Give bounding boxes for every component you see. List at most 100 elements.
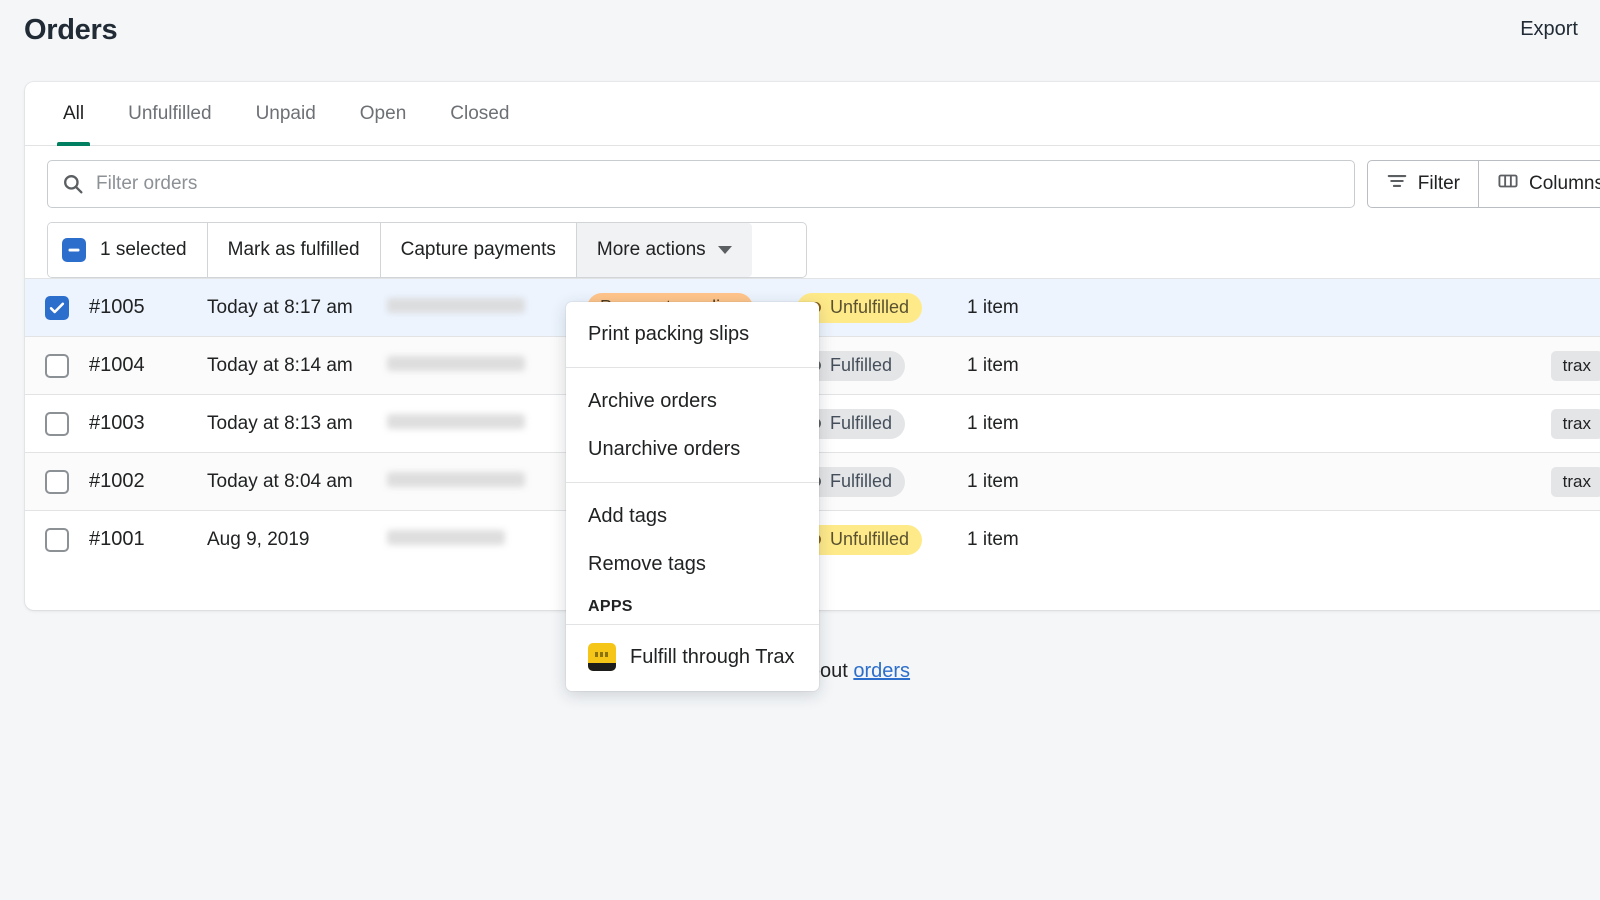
- menu-section-apps: APPS: [566, 588, 819, 624]
- row-checkbox[interactable]: [45, 470, 69, 494]
- toolbar-buttons: Filter Columns: [1367, 160, 1600, 208]
- order-number: #1003: [89, 412, 207, 435]
- more-actions-button[interactable]: More actions: [576, 223, 752, 277]
- tag-cell: trax: [1227, 409, 1600, 439]
- row-checkbox-cell[interactable]: [25, 528, 89, 552]
- select-all-checkbox[interactable]: [62, 238, 86, 262]
- order-tag: trax: [1551, 467, 1600, 497]
- fulfillment-status-cell: Unfulfilled: [797, 525, 967, 555]
- customer-name: [387, 472, 587, 492]
- menu-divider: [566, 367, 819, 368]
- fulfillment-status-label: Fulfilled: [830, 471, 892, 492]
- capture-payments-button[interactable]: Capture payments: [380, 223, 576, 277]
- fulfillment-status-label: Unfulfilled: [830, 529, 909, 550]
- item-count: 1 item: [967, 529, 1227, 551]
- order-number: #1001: [89, 528, 207, 551]
- tab-unpaid-label: Unpaid: [256, 103, 316, 125]
- menu-item-label: Fulfill through Trax: [630, 646, 795, 669]
- order-date: Aug 9, 2019: [207, 529, 387, 551]
- fulfillment-status-label: Fulfilled: [830, 413, 892, 434]
- customer-name: [387, 298, 587, 318]
- bulk-action-bar: 1 selected Mark as fulfilled Capture pay…: [47, 222, 807, 278]
- order-date: Today at 8:04 am: [207, 471, 387, 493]
- filter-icon: [1386, 170, 1408, 198]
- columns-button[interactable]: Columns: [1479, 160, 1600, 208]
- order-tag: trax: [1551, 351, 1600, 381]
- filter-button[interactable]: Filter: [1367, 160, 1479, 208]
- customer-name: [387, 414, 587, 434]
- menu-divider: [566, 482, 819, 483]
- menu-divider: [566, 624, 819, 625]
- item-count: 1 item: [967, 413, 1227, 435]
- tag-cell: trax: [1227, 351, 1600, 381]
- more-actions-menu: Print packing slips Archive orders Unarc…: [566, 302, 819, 691]
- redacted-customer: [387, 356, 525, 371]
- menu-item-print-packing-slips[interactable]: Print packing slips: [566, 310, 819, 358]
- order-tag: trax: [1551, 409, 1600, 439]
- order-number: #1004: [89, 354, 207, 377]
- menu-item-label: Archive orders: [588, 390, 717, 413]
- tag-cell: trax: [1227, 467, 1600, 497]
- orders-help-link[interactable]: orders: [853, 660, 910, 682]
- mark-as-fulfilled-button[interactable]: Mark as fulfilled: [207, 223, 380, 277]
- row-checkbox[interactable]: [45, 412, 69, 436]
- filter-button-label: Filter: [1418, 173, 1460, 195]
- order-date: Today at 8:13 am: [207, 413, 387, 435]
- fulfillment-status-cell: Fulfilled: [797, 467, 967, 497]
- order-date: Today at 8:17 am: [207, 297, 387, 319]
- tab-all[interactable]: All: [41, 82, 106, 145]
- selected-count-label: 1 selected: [100, 239, 187, 261]
- menu-item-fulfill-through-trax[interactable]: Fulfill through Trax: [566, 633, 819, 681]
- row-checkbox-cell[interactable]: [25, 470, 89, 494]
- tab-bar: All Unfulfilled Unpaid Open Closed: [25, 82, 1600, 146]
- item-count: 1 item: [967, 355, 1227, 377]
- columns-icon: [1497, 170, 1519, 198]
- columns-button-label: Columns: [1529, 173, 1600, 195]
- tab-unpaid[interactable]: Unpaid: [234, 82, 338, 145]
- tab-all-label: All: [63, 103, 84, 125]
- order-number: #1002: [89, 470, 207, 493]
- more-actions-label: More actions: [597, 239, 706, 261]
- page-title: Orders: [24, 14, 117, 47]
- search-input[interactable]: [96, 173, 1340, 195]
- page-header: Orders Export: [0, 0, 1600, 72]
- search-box[interactable]: [47, 160, 1355, 208]
- row-checkbox-cell[interactable]: [25, 354, 89, 378]
- menu-item-label: Add tags: [588, 505, 667, 528]
- menu-item-unarchive-orders[interactable]: Unarchive orders: [566, 425, 819, 473]
- customer-name: [387, 530, 587, 550]
- export-button[interactable]: Export: [1520, 18, 1578, 41]
- fulfillment-status-cell: Fulfilled: [797, 409, 967, 439]
- tab-closed-label: Closed: [450, 103, 509, 125]
- row-checkbox[interactable]: [45, 354, 69, 378]
- filter-row: Filter Columns: [25, 146, 1600, 222]
- redacted-customer: [387, 414, 525, 429]
- row-checkbox[interactable]: [45, 296, 69, 320]
- fulfillment-status-cell: Fulfilled: [797, 351, 967, 381]
- row-checkbox[interactable]: [45, 528, 69, 552]
- tab-open[interactable]: Open: [338, 82, 428, 145]
- search-icon: [62, 173, 84, 195]
- redacted-customer: [387, 472, 525, 487]
- capture-payments-label: Capture payments: [401, 239, 556, 261]
- menu-item-label: Remove tags: [588, 553, 706, 576]
- fulfillment-status-label: Unfulfilled: [830, 297, 909, 318]
- order-date: Today at 8:14 am: [207, 355, 387, 377]
- item-count: 1 item: [967, 297, 1227, 319]
- item-count: 1 item: [967, 471, 1227, 493]
- row-checkbox-cell[interactable]: [25, 412, 89, 436]
- tab-unfulfilled-label: Unfulfilled: [128, 103, 211, 125]
- row-checkbox-cell[interactable]: [25, 296, 89, 320]
- trax-app-icon: [588, 643, 616, 671]
- tab-closed[interactable]: Closed: [428, 82, 531, 145]
- menu-item-add-tags[interactable]: Add tags: [566, 492, 819, 540]
- redacted-customer: [387, 298, 525, 313]
- select-all-cell[interactable]: 1 selected: [48, 223, 207, 277]
- tab-unfulfilled[interactable]: Unfulfilled: [106, 82, 233, 145]
- mark-as-fulfilled-label: Mark as fulfilled: [228, 239, 360, 261]
- menu-item-archive-orders[interactable]: Archive orders: [566, 377, 819, 425]
- customer-name: [387, 356, 587, 376]
- chevron-down-icon: [718, 246, 732, 254]
- menu-item-remove-tags[interactable]: Remove tags: [566, 540, 819, 588]
- fulfillment-status-label: Fulfilled: [830, 355, 892, 376]
